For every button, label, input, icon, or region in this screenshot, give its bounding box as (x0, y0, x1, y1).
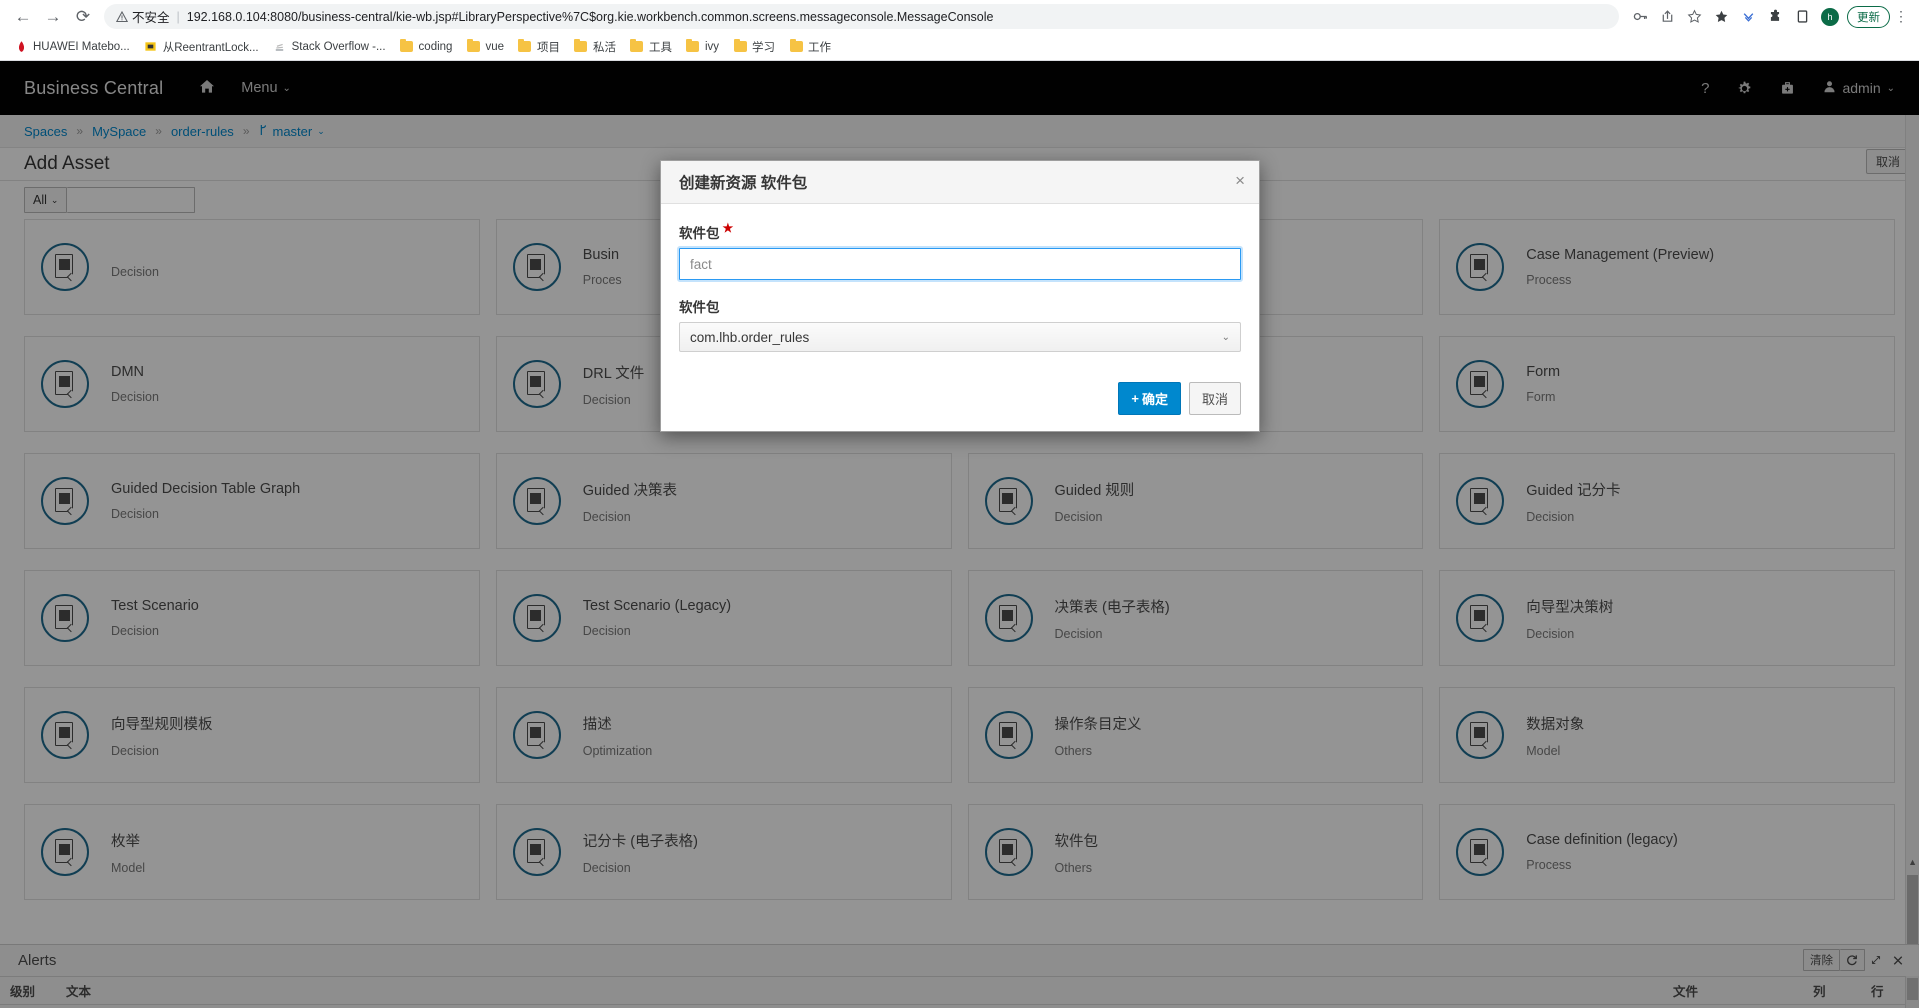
bookmark-item[interactable]: vue (460, 37, 510, 57)
bookmark-label: 私活 (593, 39, 616, 55)
warning-triangle-icon (116, 11, 128, 23)
bookmark-item[interactable]: Stack Overflow -... (267, 37, 392, 57)
bookmark-label: Stack Overflow -... (292, 41, 386, 53)
create-package-dialog: 创建新资源 软件包 × 软件包 ★ 软件包 com.lhb.order_rule… (660, 160, 1260, 432)
cancel-button[interactable]: 取消 (1189, 382, 1241, 415)
package-field-label-text: 软件包 (679, 296, 720, 316)
folder-icon (466, 40, 480, 54)
bookmark-label: 工作 (808, 39, 831, 55)
bookmark-label: 项目 (537, 39, 560, 55)
name-field-label-text: 软件包 (679, 222, 720, 242)
address-bar[interactable]: 不安全 | 192.168.0.104:8080/business-centra… (104, 4, 1619, 29)
url-text: 192.168.0.104:8080/business-central/kie-… (187, 10, 994, 24)
bookmark-item[interactable]: 私活 (568, 36, 622, 58)
required-star-icon: ★ (723, 222, 734, 234)
update-button[interactable]: 更新 (1847, 6, 1890, 28)
dialog-body: 软件包 ★ 软件包 com.lhb.order_rules ⌄ (661, 204, 1259, 358)
key-icon[interactable] (1627, 4, 1653, 30)
ok-button-label: 确定 (1142, 389, 1168, 408)
back-button[interactable]: ← (8, 3, 38, 31)
bookmark-label: 工具 (649, 39, 672, 55)
folder-icon (789, 40, 803, 54)
toolbar-icons: h 更新 ⋮ (1627, 4, 1911, 30)
huawei-icon (14, 40, 28, 54)
sidepanel-icon[interactable] (1789, 4, 1815, 30)
bookmark-label: coding (419, 41, 453, 53)
folder-icon (518, 40, 532, 54)
star-filled-icon[interactable] (1708, 4, 1734, 30)
dialog-header: 创建新资源 软件包 × (661, 161, 1259, 204)
browser-toolbar: ← → ⟳ 不安全 | 192.168.0.104:8080/business-… (0, 0, 1919, 33)
bookmarks-bar: HUAWEI Matebo... 从ReentrantLock... Stack O… (0, 33, 1919, 60)
close-icon[interactable]: × (1235, 172, 1245, 189)
dialog-title: 创建新资源 软件包 (679, 171, 807, 193)
bookmark-item[interactable]: 工作 (783, 36, 837, 58)
extensions-icon[interactable] (1762, 4, 1788, 30)
name-field-label: 软件包 ★ (679, 222, 1241, 242)
bookmark-item[interactable]: 从ReentrantLock... (138, 36, 265, 58)
security-label: 不安全 (132, 7, 170, 26)
forward-button[interactable]: → (38, 3, 68, 31)
plus-icon: + (1131, 391, 1139, 406)
profile-avatar[interactable]: h (1821, 8, 1839, 26)
folder-icon (733, 40, 747, 54)
bookmark-item[interactable]: 项目 (512, 36, 566, 58)
bookmark-label: HUAWEI Matebo... (33, 41, 130, 53)
folder-icon (630, 40, 644, 54)
bookmark-item[interactable]: coding (394, 37, 459, 57)
package-select[interactable]: com.lhb.order_rules ⌄ (679, 322, 1241, 352)
package-name-input[interactable] (679, 248, 1241, 280)
dialog-footer: + 确定 取消 (661, 358, 1259, 431)
bookmark-label: vue (485, 41, 504, 53)
ok-button[interactable]: + 确定 (1118, 382, 1181, 415)
star-outline-icon[interactable] (1681, 4, 1707, 30)
bookmark-item[interactable]: 工具 (624, 36, 678, 58)
bookmark-label: 从ReentrantLock... (163, 39, 259, 55)
omnibox-divider: | (177, 10, 180, 24)
folder-icon (400, 40, 414, 54)
bookmark-label: 学习 (752, 39, 775, 55)
folder-icon (574, 40, 588, 54)
reload-button[interactable]: ⟳ (68, 3, 98, 31)
bookmark-label: ivy (705, 41, 719, 53)
chevron-down-icon: ⌄ (1222, 332, 1230, 343)
bookmark-item[interactable]: HUAWEI Matebo... (8, 37, 136, 57)
folder-icon (686, 40, 700, 54)
app-page: Business Central Menu ⌄ ? admin ⌄ Spaces… (0, 61, 1919, 1008)
package-select-value: com.lhb.order_rules (690, 330, 809, 345)
share-icon[interactable] (1654, 4, 1680, 30)
bookmark-item[interactable]: ivy (680, 37, 725, 57)
package-field-label: 软件包 (679, 296, 1241, 316)
browser-menu-button[interactable]: ⋮ (1891, 8, 1911, 25)
site-icon (144, 40, 158, 54)
downloads-icon[interactable] (1735, 4, 1761, 30)
bookmark-item[interactable]: 学习 (727, 36, 781, 58)
stackoverflow-icon (273, 40, 287, 54)
browser-chrome: ← → ⟳ 不安全 | 192.168.0.104:8080/business-… (0, 0, 1919, 61)
